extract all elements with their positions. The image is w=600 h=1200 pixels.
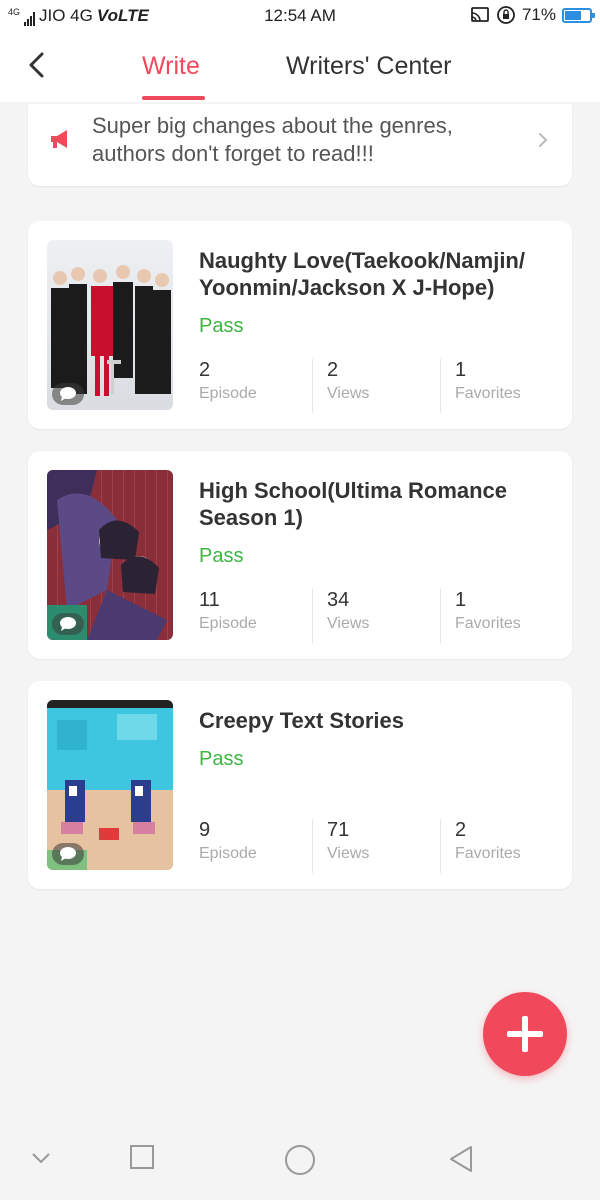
comment-bubble-icon	[52, 843, 84, 865]
stat-views: 2 Views	[312, 359, 437, 413]
stat-episodes: 9 Episode	[199, 819, 309, 871]
story-card[interactable]: Creepy Text Stories Pass 9 Episode 71 Vi…	[28, 681, 572, 889]
episode-count: 9	[199, 819, 211, 841]
active-tab-indicator	[142, 96, 205, 100]
add-story-button[interactable]	[483, 992, 567, 1076]
nav-down-icon[interactable]	[30, 1150, 52, 1166]
favorites-count: 1	[455, 359, 467, 381]
favorites-count: 2	[455, 819, 467, 841]
tab-write[interactable]: Write	[142, 52, 200, 81]
stat-episodes: 2 Episode	[199, 359, 309, 411]
nav-home-icon[interactable]	[284, 1144, 316, 1176]
story-card[interactable]: Naughty Love(Taekook/Namjin/ Yoonmin/Jac…	[28, 221, 572, 429]
favorites-label: Favorites	[455, 385, 521, 402]
nav-recents-icon[interactable]	[129, 1144, 155, 1170]
favorites-label: Favorites	[455, 845, 521, 862]
chevron-left-icon[interactable]	[22, 50, 52, 80]
favorites-label: Favorites	[455, 615, 521, 632]
episode-label: Episode	[199, 615, 257, 632]
views-count: 34	[327, 589, 350, 611]
comment-bubble-icon	[52, 613, 84, 635]
stat-views: 71 Views	[312, 819, 437, 873]
episode-count: 11	[199, 589, 220, 611]
tab-writers-center[interactable]: Writers' Center	[286, 52, 451, 81]
status-right: 71%	[470, 5, 595, 25]
megaphone-icon	[51, 130, 67, 148]
episode-label: Episode	[199, 385, 257, 402]
system-nav-bar	[0, 1120, 600, 1200]
story-card[interactable]: High School(Ultima Romance Season 1) Pas…	[28, 451, 572, 659]
battery-icon	[562, 7, 595, 23]
rotation-lock-icon	[497, 6, 515, 24]
plus-icon	[507, 1016, 543, 1052]
favorites-count: 1	[455, 589, 467, 611]
story-title: Creepy Text Stories	[199, 708, 405, 733]
stat-episodes: 11 Episode	[199, 589, 309, 641]
views-count: 71	[327, 819, 350, 841]
story-status: Pass	[199, 545, 244, 567]
story-status: Pass	[199, 315, 244, 337]
stat-views: 34 Views	[312, 589, 437, 643]
views-count: 2	[327, 359, 339, 381]
story-cover-image	[47, 470, 173, 640]
notice-text: Super big changes about the genres, auth…	[92, 113, 453, 166]
cast-icon	[471, 7, 489, 22]
views-label: Views	[327, 615, 370, 632]
chevron-right-icon	[539, 133, 548, 147]
views-label: Views	[327, 385, 370, 402]
story-title: Naughty Love(Taekook/Namjin/ Yoonmin/Jac…	[199, 248, 525, 300]
stat-favorites: 1 Favorites	[440, 589, 565, 643]
status-bar: 4G JIO 4G VoLTE 12:54 AM 71%	[0, 0, 600, 32]
stat-favorites: 2 Favorites	[440, 819, 565, 873]
story-title: High School(Ultima Romance Season 1)	[199, 478, 508, 530]
story-status: Pass	[199, 748, 244, 770]
stat-favorites: 1 Favorites	[440, 359, 565, 413]
story-cover-image	[47, 700, 173, 870]
views-label: Views	[327, 845, 370, 862]
story-cover-image	[47, 240, 173, 410]
story-stats: 2 Episode 2 Views 1 Favorites	[199, 359, 554, 413]
comment-bubble-icon	[52, 383, 84, 405]
episode-count: 2	[199, 359, 211, 381]
nav-back-icon[interactable]	[447, 1144, 475, 1174]
notice-banner[interactable]: Super big changes about the genres, auth…	[28, 104, 572, 186]
header: Write Writers' Center	[0, 32, 600, 102]
battery-percent: 71%	[521, 5, 556, 24]
battery-fill	[565, 10, 582, 20]
episode-label: Episode	[199, 845, 257, 862]
story-stats: 9 Episode 71 Views 2 Favorites	[199, 819, 554, 873]
story-stats: 11 Episode 34 Views 1 Favorites	[199, 589, 554, 643]
